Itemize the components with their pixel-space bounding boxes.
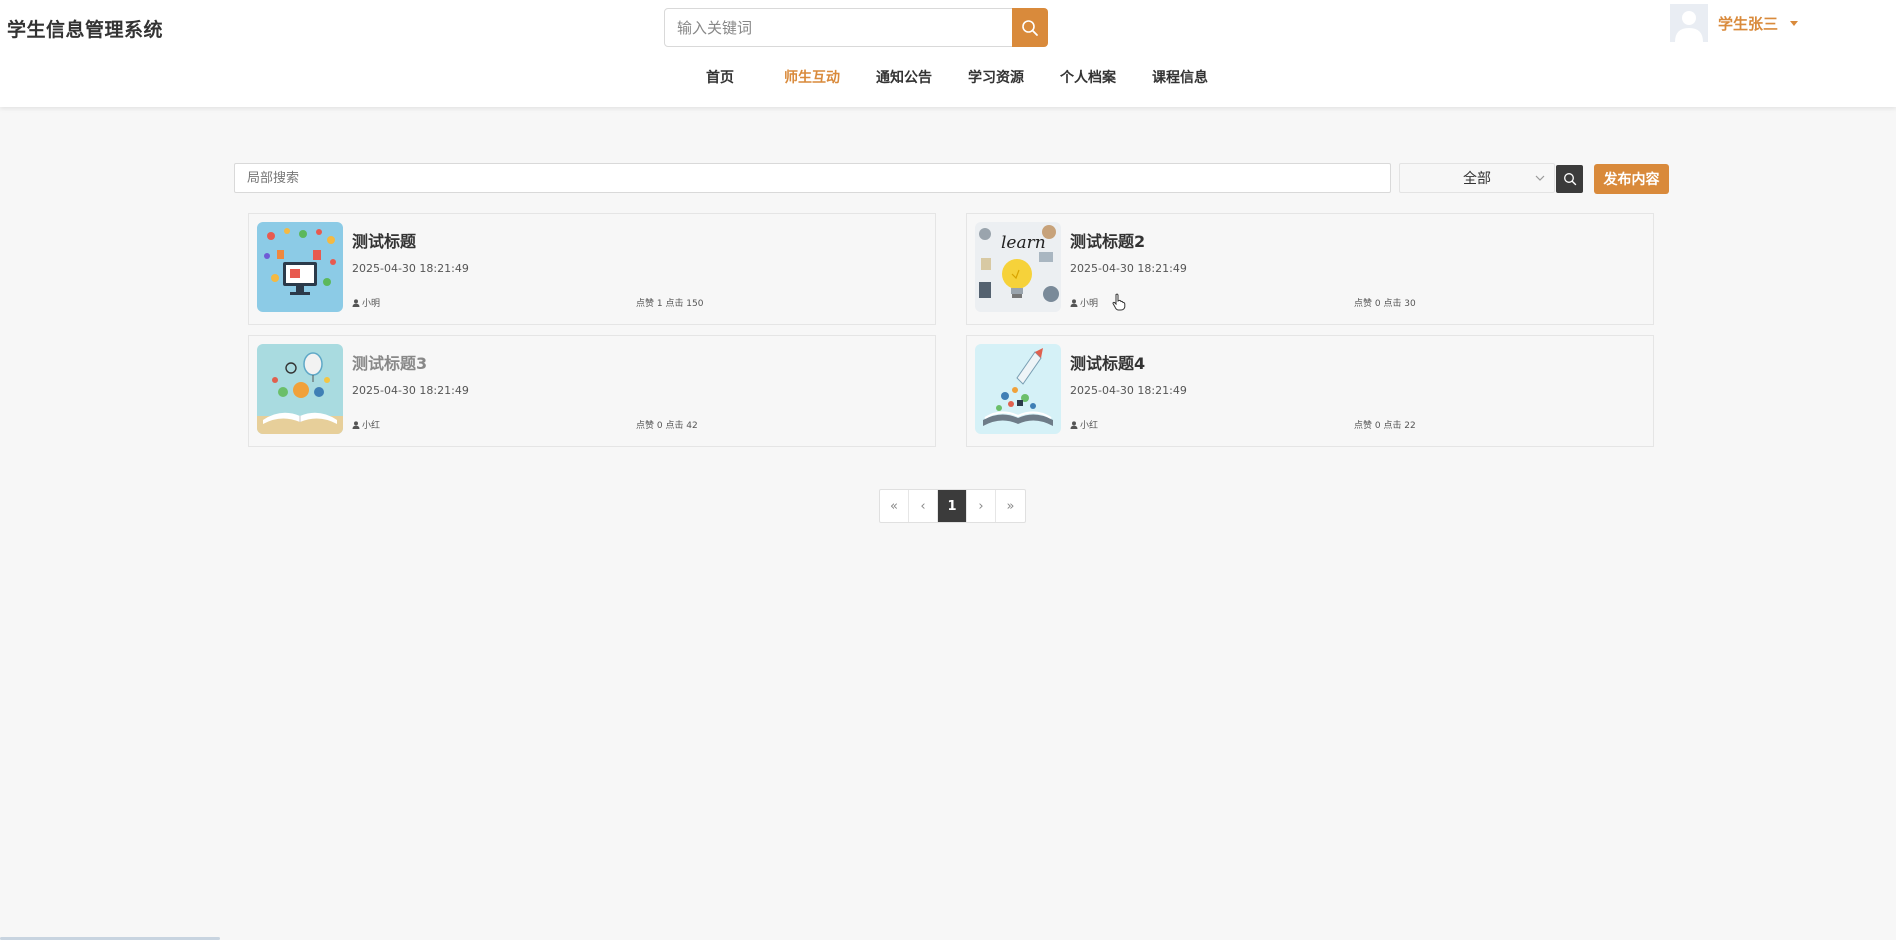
book-balloon-illustration-icon <box>257 344 343 434</box>
category-select-value: 全部 <box>1463 171 1491 187</box>
post-thumbnail[interactable] <box>257 222 343 312</box>
header-search-button[interactable] <box>1012 8 1048 47</box>
post-date: 2025-04-30 18:21:49 <box>1070 262 1187 275</box>
page-current[interactable]: 1 <box>938 490 967 522</box>
chevron-down-icon[interactable] <box>1790 20 1799 26</box>
nav-item-resources[interactable]: 学习资源 <box>968 67 1024 87</box>
post-thumbnail[interactable] <box>975 344 1061 434</box>
header-search-input[interactable] <box>664 8 1014 47</box>
post-stats: 点赞 0 点击 42 <box>636 421 698 431</box>
post-date: 2025-04-30 18:21:49 <box>352 262 469 275</box>
publish-button[interactable]: 发布内容 <box>1594 164 1669 194</box>
local-search-button[interactable] <box>1556 165 1583 193</box>
post-card[interactable]: 测试标题4 2025-04-30 18:21:49 小红 点赞 0 点击 22 <box>966 335 1654 447</box>
svg-text:learn: learn <box>1001 233 1046 253</box>
user-icon <box>352 298 360 307</box>
avatar-placeholder-icon <box>1670 4 1708 42</box>
nav-item-notices[interactable]: 通知公告 <box>876 67 932 87</box>
user-name[interactable]: 学生张三 <box>1718 13 1778 34</box>
post-author-name: 小明 <box>1080 299 1099 309</box>
local-search-input[interactable] <box>234 163 1391 193</box>
user-menu[interactable]: 学生张三 <box>1670 3 1799 43</box>
search-icon <box>1022 19 1038 36</box>
post-card[interactable]: 测试标题 2025-04-30 18:21:49 小明 点赞 1 点击 150 <box>248 213 936 325</box>
post-thumbnail[interactable]: learn <box>975 222 1061 312</box>
post-date: 2025-04-30 18:21:49 <box>352 384 469 397</box>
category-select[interactable]: 全部 <box>1399 163 1555 193</box>
post-title[interactable]: 测试标题 <box>352 228 416 252</box>
page-next-button[interactable]: › <box>967 490 996 522</box>
post-stats: 点赞 1 点击 150 <box>636 299 704 309</box>
top-header: 学生信息管理系统 学生张三 首页 师生互动 通知公告 学习资源 个人档案 课程信… <box>0 0 1896 107</box>
post-title[interactable]: 测试标题4 <box>1070 350 1145 374</box>
chevron-down-icon <box>1535 175 1545 181</box>
post-author-name: 小明 <box>362 299 381 309</box>
nav-item-interaction[interactable]: 师生互动 <box>784 67 840 87</box>
post-author: 小红 <box>352 418 380 431</box>
header-search <box>664 8 1048 47</box>
search-icon <box>1563 173 1576 186</box>
post-title[interactable]: 测试标题2 <box>1070 228 1145 252</box>
post-author-name: 小红 <box>362 421 381 431</box>
post-card[interactable]: learn 测试标题2 2025-04-30 18:21:49 小明 点赞 0 … <box>966 213 1654 325</box>
post-stats: 点赞 0 点击 30 <box>1354 299 1416 309</box>
nav-item-home[interactable]: 首页 <box>706 67 734 87</box>
hand-cursor-icon <box>1112 293 1126 311</box>
page-first-button[interactable]: « <box>880 490 909 522</box>
nav-item-profile[interactable]: 个人档案 <box>1060 67 1116 87</box>
user-icon <box>352 420 360 429</box>
app-title: 学生信息管理系统 <box>7 19 164 41</box>
page-last-button[interactable]: » <box>996 490 1025 522</box>
post-stats: 点赞 0 点击 22 <box>1354 421 1416 431</box>
main-nav: 首页 师生互动 通知公告 学习资源 个人档案 课程信息 <box>0 67 1896 91</box>
page-prev-button[interactable]: ‹ <box>909 490 938 522</box>
post-title[interactable]: 测试标题3 <box>352 350 427 374</box>
lightbulb-illustration-icon: learn <box>975 222 1061 312</box>
pagination: « ‹ 1 › » <box>879 489 1026 523</box>
user-icon <box>1070 420 1078 429</box>
computer-illustration-icon <box>257 222 343 312</box>
book-rocket-illustration-icon <box>975 344 1061 434</box>
post-card[interactable]: 测试标题3 2025-04-30 18:21:49 小红 点赞 0 点击 42 <box>248 335 936 447</box>
post-author: 小红 <box>1070 418 1098 431</box>
post-date: 2025-04-30 18:21:49 <box>1070 384 1187 397</box>
post-author: 小明 <box>1070 296 1098 309</box>
user-icon <box>1070 298 1078 307</box>
nav-item-courses[interactable]: 课程信息 <box>1152 67 1208 87</box>
post-thumbnail[interactable] <box>257 344 343 434</box>
post-author: 小明 <box>352 296 380 309</box>
avatar[interactable] <box>1670 4 1708 42</box>
post-author-name: 小红 <box>1080 421 1099 431</box>
